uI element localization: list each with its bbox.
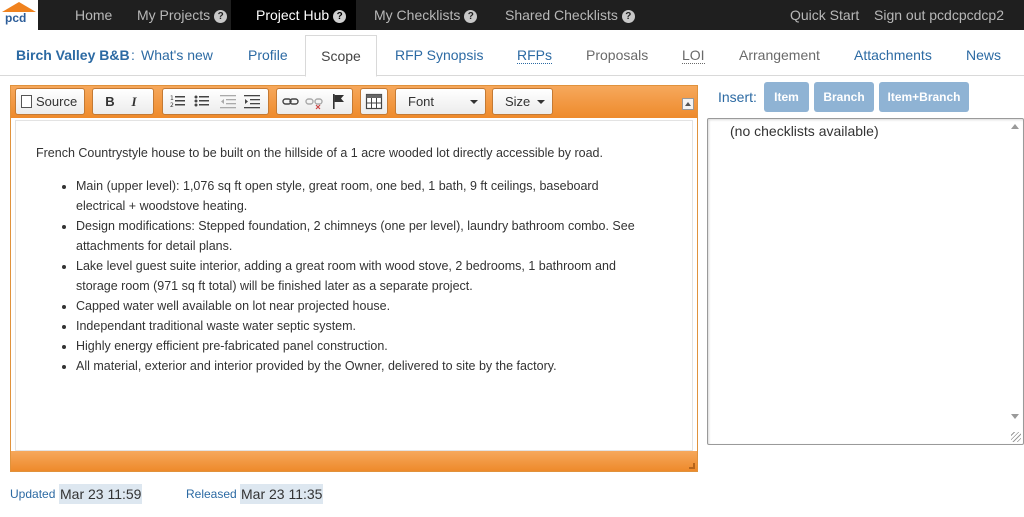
- list-item: Lake level guest suite interior, adding …: [76, 256, 636, 296]
- nav-quick-start[interactable]: Quick Start: [790, 0, 859, 30]
- font-dropdown-label: Font: [408, 94, 435, 109]
- checklist-list[interactable]: (no checklists available): [707, 118, 1024, 445]
- nav-sign-out-label: Sign out pcdcpcdcp2: [874, 7, 1004, 23]
- project-tabs: Birch Valley B&B : What's new Profile Sc…: [0, 35, 1024, 77]
- nav-home-label: Home: [75, 7, 113, 23]
- nav-shared-checklists[interactable]: Shared Checklists?: [505, 0, 635, 30]
- editor-content-area[interactable]: French Countrystyle house to be built on…: [15, 120, 693, 451]
- size-dropdown-label: Size: [505, 94, 531, 109]
- list-item: Capped water well available on lot near …: [76, 296, 636, 316]
- chevron-down-icon: [470, 100, 478, 104]
- help-icon[interactable]: ?: [214, 10, 228, 23]
- tab-arrangement[interactable]: Arrangement: [739, 47, 820, 63]
- collapse-toolbar-icon[interactable]: [682, 98, 694, 110]
- help-icon[interactable]: ?: [333, 10, 347, 23]
- editor-toolbar: Source B I 12 Font Size: [11, 86, 697, 118]
- pcd-logo[interactable]: pcd: [0, 0, 38, 30]
- table-group: [360, 88, 388, 115]
- nav-my-projects[interactable]: My Projects?: [137, 0, 228, 30]
- font-dropdown[interactable]: Font: [395, 88, 486, 115]
- nav-project-hub-label: Project Hub: [256, 7, 330, 23]
- tab-news[interactable]: News: [966, 47, 1001, 63]
- tab-attachments[interactable]: Attachments: [854, 47, 932, 63]
- svg-text:2: 2: [170, 102, 174, 109]
- nav-my-checklists-label: My Checklists: [374, 7, 461, 23]
- table-icon[interactable]: [365, 92, 383, 111]
- nav-my-projects-label: My Projects: [137, 7, 211, 23]
- insert-label: Insert:: [718, 89, 757, 105]
- resize-grip-icon[interactable]: [689, 463, 695, 469]
- nav-my-checklists[interactable]: My Checklists?: [374, 0, 478, 30]
- tab-profile[interactable]: Profile: [248, 47, 288, 63]
- resize-grip-icon[interactable]: [1011, 432, 1021, 442]
- list-item: All material, exterior and interior prov…: [76, 356, 636, 376]
- nav-home[interactable]: Home: [75, 0, 112, 30]
- help-icon[interactable]: ?: [621, 10, 635, 23]
- tab-rfp-synopsis[interactable]: RFP Synopsis: [395, 47, 483, 63]
- tab-scope[interactable]: Scope: [305, 35, 377, 77]
- unlink-icon[interactable]: [305, 92, 323, 111]
- project-name[interactable]: Birch Valley B&B: [16, 47, 130, 63]
- link-group: [276, 88, 353, 115]
- link-icon[interactable]: [282, 92, 300, 111]
- tab-rfps[interactable]: RFPs: [517, 47, 552, 64]
- help-icon[interactable]: ?: [464, 10, 478, 23]
- italic-button[interactable]: I: [123, 92, 145, 111]
- nav-shared-checklists-label: Shared Checklists: [505, 7, 618, 23]
- numbered-list-icon[interactable]: 12: [169, 92, 187, 111]
- tab-proposals[interactable]: Proposals: [586, 47, 648, 63]
- bold-button[interactable]: B: [99, 92, 121, 111]
- updated-label: Updated: [10, 487, 56, 501]
- insert-branch-button[interactable]: Branch: [814, 82, 874, 112]
- project-separator: :: [131, 47, 135, 63]
- source-icon: [21, 95, 32, 108]
- insert-item-button[interactable]: Item: [764, 82, 809, 112]
- source-button[interactable]: Source: [21, 92, 81, 111]
- list-item: Highly energy efficient pre-fabricated p…: [76, 336, 636, 356]
- list-item: Independant traditional waste water sept…: [76, 316, 636, 336]
- nav-sign-out[interactable]: Sign out pcdcpcdcp2: [874, 0, 1004, 30]
- nav-quick-start-label: Quick Start: [790, 7, 860, 23]
- svg-text:1: 1: [170, 95, 174, 102]
- logo-text: pcd: [5, 11, 27, 25]
- insert-item-branch-button[interactable]: Item+Branch: [879, 82, 969, 112]
- scope-bullet-list: Main (upper level): 1,076 sq ft open sty…: [36, 176, 636, 376]
- list-item: Design modifications: Stepped foundation…: [76, 216, 636, 256]
- bulleted-list-icon[interactable]: [193, 92, 211, 111]
- tab-loi[interactable]: LOI: [682, 47, 705, 64]
- chevron-down-icon: [537, 100, 545, 104]
- list-group: 12: [162, 88, 269, 115]
- scope-intro: French Countrystyle house to be built on…: [36, 146, 603, 160]
- released-timestamp: Mar 23 11:35: [240, 484, 324, 504]
- increase-indent-icon[interactable]: [243, 92, 261, 111]
- whats-new-link[interactable]: What's new: [141, 47, 213, 63]
- scroll-up-icon[interactable]: [1011, 124, 1019, 129]
- top-navigation: pcd Home My Projects? Project Hub? My Ch…: [0, 0, 1024, 30]
- scroll-down-icon[interactable]: [1011, 414, 1019, 419]
- size-dropdown[interactable]: Size: [492, 88, 553, 115]
- decrease-indent-icon[interactable]: [219, 92, 237, 111]
- empty-checklists-message: (no checklists available): [730, 123, 879, 139]
- updated-timestamp: Mar 23 11:59: [59, 484, 143, 504]
- format-group: B I: [92, 88, 154, 115]
- anchor-flag-icon[interactable]: [329, 92, 347, 111]
- source-group: Source: [15, 88, 85, 115]
- released-label: Released: [186, 487, 237, 501]
- editor-status-bar: [11, 451, 697, 471]
- scope-editor: Source B I 12 Font Size French Countryst…: [10, 85, 698, 472]
- nav-project-hub[interactable]: Project Hub?: [231, 0, 356, 30]
- list-item: Main (upper level): 1,076 sq ft open sty…: [76, 176, 636, 216]
- source-label: Source: [36, 94, 78, 109]
